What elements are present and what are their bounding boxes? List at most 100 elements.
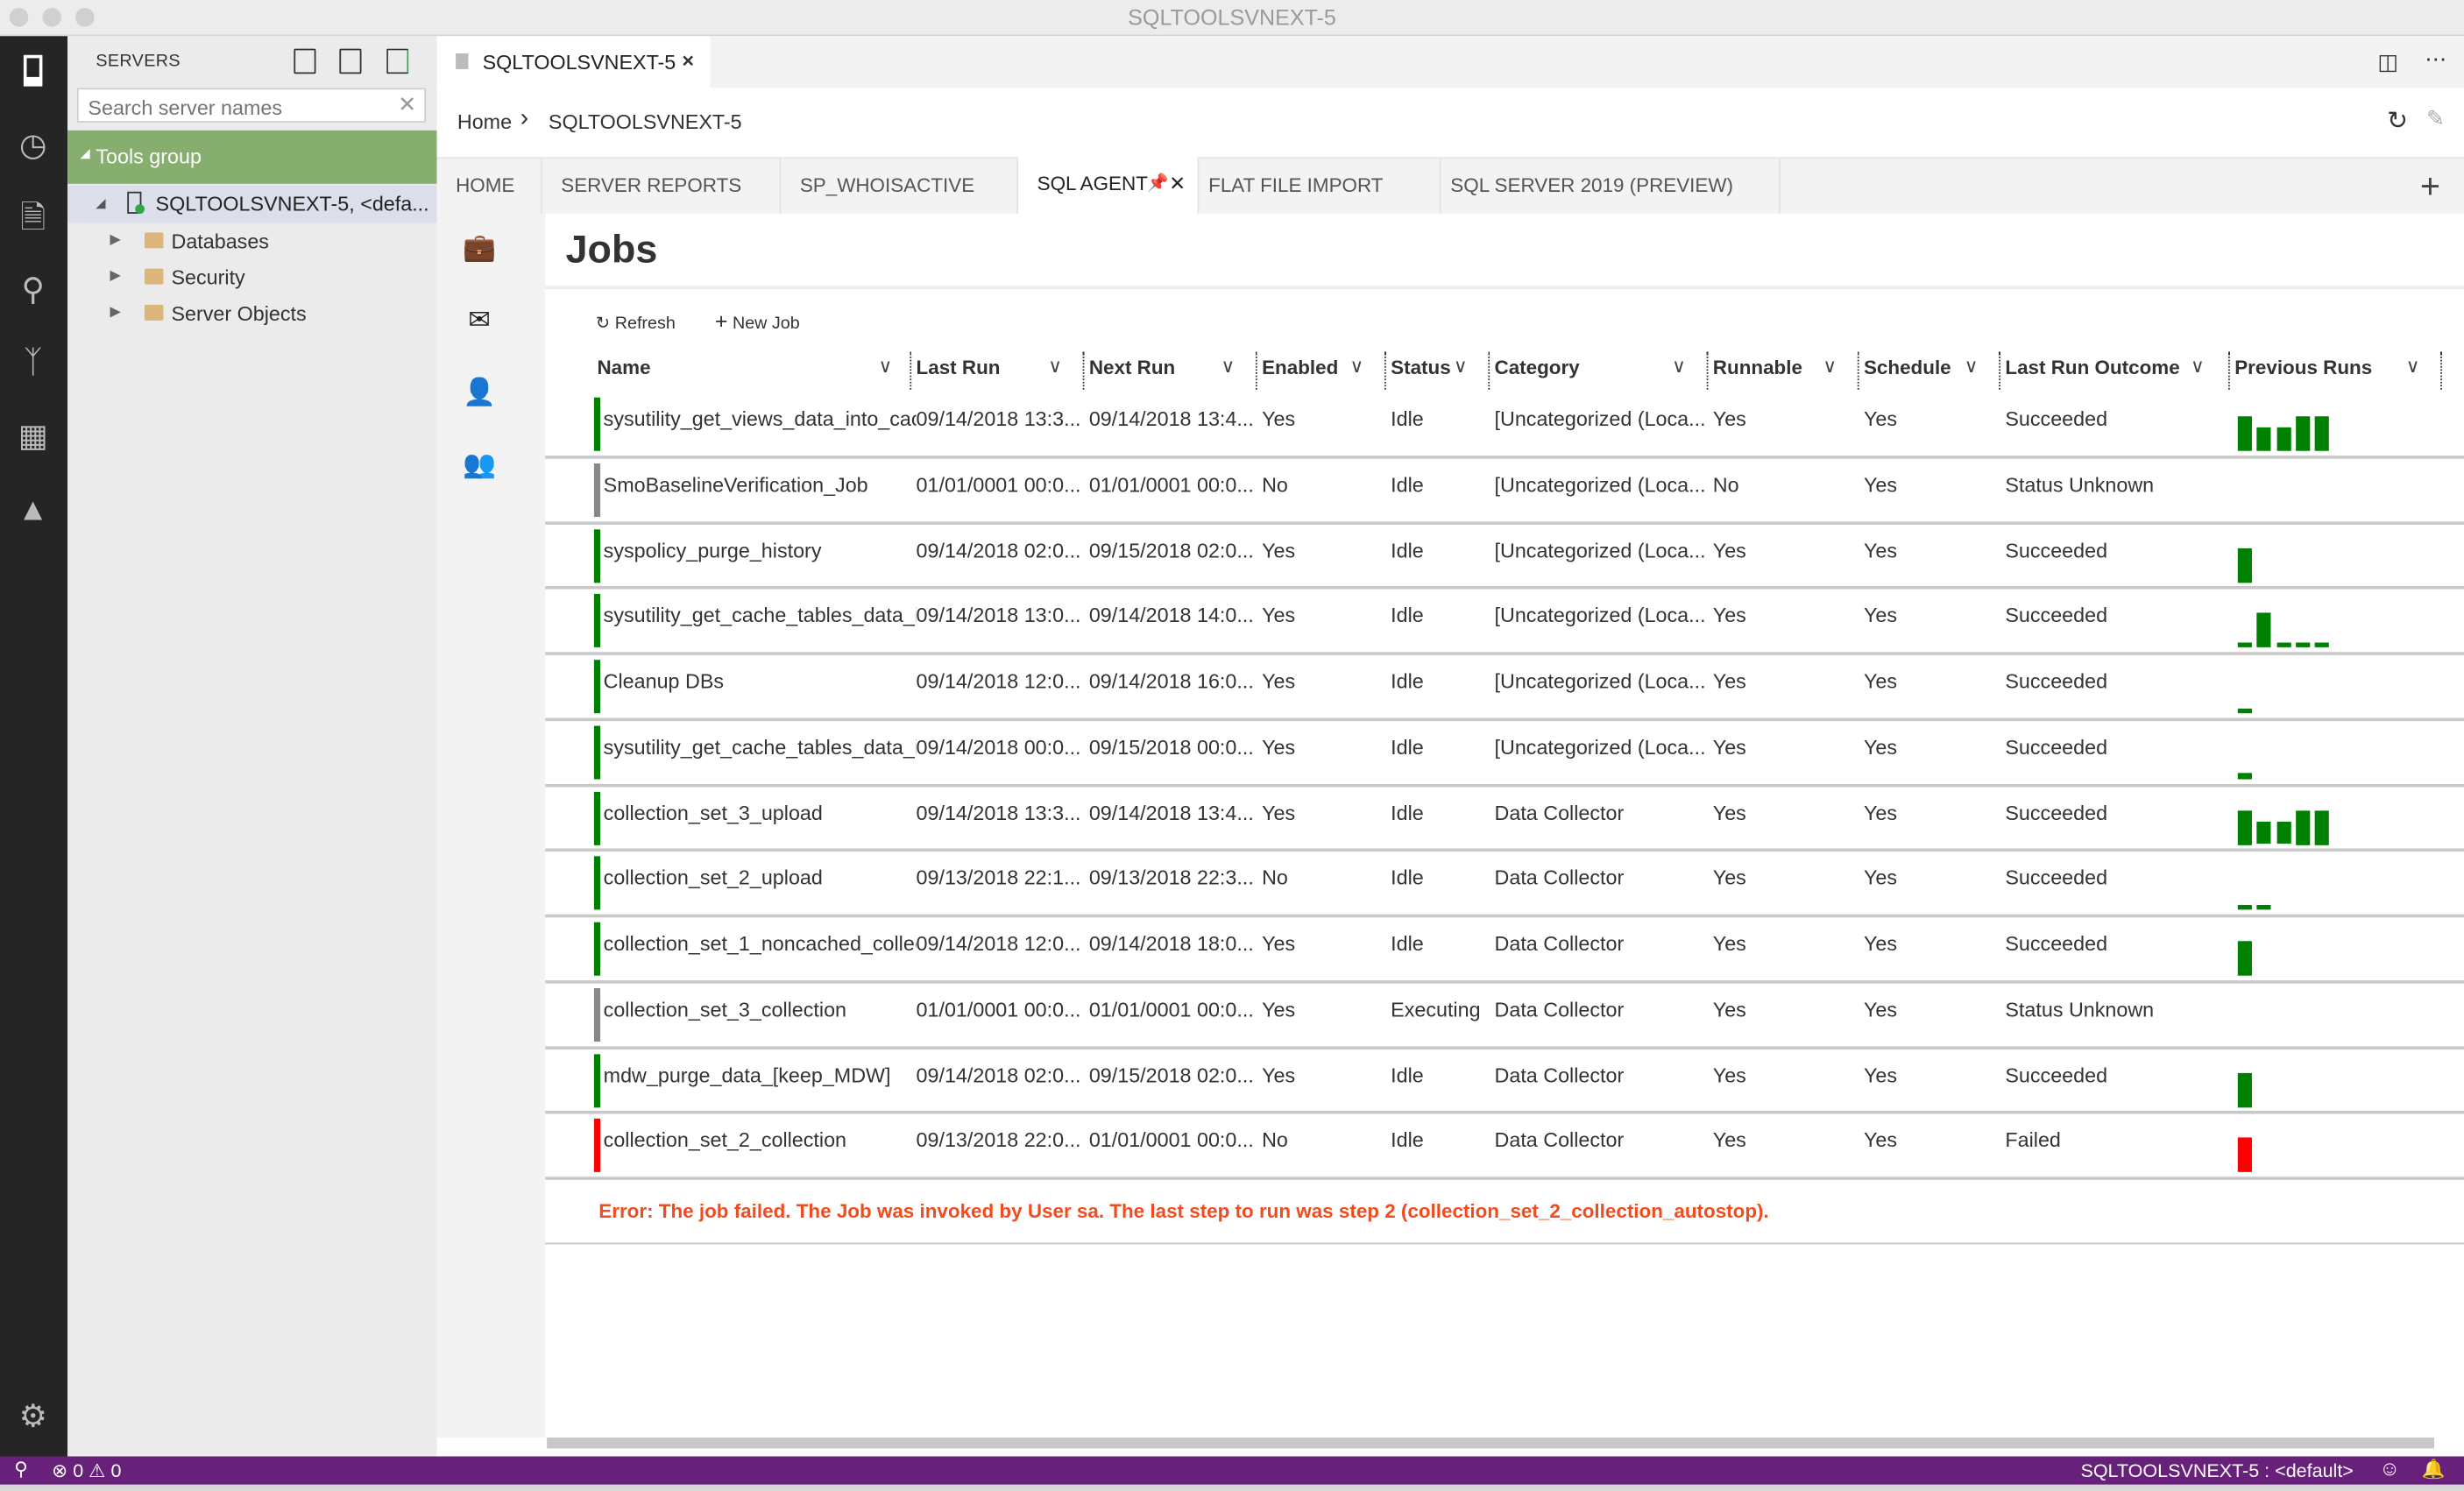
previous-run-bar[interactable]	[2237, 416, 2252, 451]
table-row[interactable]: syspolicy_purge_history 09/14/2018 02:0..…	[545, 524, 2464, 590]
tab-home[interactable]: HOME	[437, 159, 542, 214]
column-header-enabled[interactable]: Enabled ∨	[1262, 352, 1381, 390]
previous-run-bar[interactable]	[2276, 428, 2291, 451]
gear-icon[interactable]: ⚙	[12, 1396, 53, 1438]
previous-run-bar[interactable]	[2237, 1137, 2252, 1173]
history-icon[interactable]: ◷	[12, 125, 53, 166]
notifications-bell-icon[interactable]: 🔔	[2422, 1458, 2446, 1480]
chevron-down-icon[interactable]: ∨	[1965, 350, 1979, 382]
pin-icon[interactable]: 📌	[1147, 157, 1169, 212]
column-header-status[interactable]: Status ∨	[1391, 352, 1485, 390]
active-connections-icon[interactable]	[386, 48, 409, 74]
more-actions-icon[interactable]: ⋯	[2425, 46, 2446, 72]
previous-run-bar[interactable]	[2237, 809, 2252, 844]
column-header-next-run[interactable]: Next Run ∨	[1089, 352, 1253, 390]
previous-run-bar[interactable]	[2315, 642, 2330, 648]
column-divider[interactable]	[1999, 351, 2000, 390]
chevron-down-icon[interactable]: ∨	[1048, 350, 1062, 382]
azure-icon[interactable]: ▲	[12, 491, 53, 532]
previous-run-bar[interactable]	[2315, 809, 2330, 844]
jobs-briefcase-icon[interactable]: 💼	[462, 231, 496, 265]
search-icon[interactable]: ⚲	[12, 270, 53, 311]
servers-icon[interactable]	[12, 53, 53, 95]
edit-pencil-icon[interactable]: ✎	[2426, 105, 2445, 131]
table-row[interactable]: sysutility_get_cache_tables_data_ir 09/14…	[545, 590, 2464, 655]
split-editor-icon[interactable]: ◫	[2377, 49, 2398, 75]
chevron-down-icon[interactable]: ∨	[879, 350, 893, 382]
file-icon[interactable]: 🗎	[12, 198, 53, 239]
chevron-down-icon[interactable]: ∨	[2406, 350, 2420, 382]
table-row[interactable]: collection_set_3_upload 09/14/2018 13:3..…	[545, 787, 2464, 852]
previous-run-bar[interactable]	[2295, 809, 2311, 844]
proxies-icon[interactable]: 👥	[462, 448, 496, 482]
tree-item-server-objects[interactable]: ▶ Server Objects	[67, 299, 436, 333]
previous-run-bar[interactable]	[2276, 642, 2291, 648]
chevron-down-icon[interactable]: ∨	[1823, 350, 1837, 382]
extensions-icon[interactable]: ▦	[12, 416, 53, 457]
column-divider[interactable]	[1488, 351, 1490, 390]
chevron-down-icon[interactable]: ∨	[1350, 350, 1364, 382]
chevron-down-icon[interactable]: ∨	[1454, 350, 1468, 382]
tab-flat-file-import[interactable]: FLAT FILE IMPORT	[1199, 159, 1441, 214]
previous-run-bar[interactable]	[2295, 642, 2311, 648]
previous-run-bar[interactable]	[2256, 428, 2271, 451]
previous-run-bar[interactable]	[2315, 416, 2330, 451]
problems-indicator[interactable]: ⊗ 0 ⚠ 0	[52, 1459, 121, 1481]
close-tab-icon[interactable]: ×	[682, 49, 694, 73]
column-divider[interactable]	[2228, 351, 2230, 390]
table-row[interactable]: collection_set_1_noncached_collec 09/14/2…	[545, 917, 2464, 984]
previous-run-bar[interactable]	[2276, 821, 2291, 844]
tab-server-reports[interactable]: SERVER REPORTS	[542, 159, 782, 214]
table-row[interactable]: collection_set_2_upload 09/13/2018 22:1..…	[545, 851, 2464, 918]
chevron-down-icon[interactable]: ∨	[1672, 350, 1686, 382]
table-row[interactable]: mdw_purge_data_[keep_MDW] 09/14/2018 02:0…	[545, 1049, 2464, 1115]
operators-icon[interactable]: 👤	[462, 376, 496, 410]
source-control-icon[interactable]: ᛉ	[12, 343, 53, 384]
previous-run-bar[interactable]	[2237, 1071, 2252, 1107]
previous-run-bar[interactable]	[2256, 612, 2271, 648]
column-divider[interactable]	[1706, 351, 1709, 390]
breadcrumb-current[interactable]: SQLTOOLSVNEXT-5	[549, 110, 742, 134]
column-divider[interactable]	[1082, 351, 1085, 390]
connection-status-icon[interactable]: ⚲	[14, 1458, 28, 1480]
alerts-icon[interactable]: ✉	[462, 303, 496, 337]
column-divider[interactable]	[1255, 351, 1257, 390]
previous-run-bar[interactable]	[2295, 416, 2311, 451]
tree-item-security[interactable]: ▶ Security	[67, 262, 436, 296]
tab-sql-server-2019[interactable]: SQL SERVER 2019 (PREVIEW)	[1441, 159, 1781, 214]
column-header-category[interactable]: Category ∨	[1495, 352, 1704, 390]
horizontal-scrollbar[interactable]	[547, 1437, 2434, 1449]
tab-sql-agent[interactable]: SQL AGENT 📌 ✕	[1018, 157, 1200, 214]
new-connection-icon[interactable]	[294, 48, 316, 74]
refresh-icon[interactable]: ↻	[2387, 105, 2408, 137]
feedback-smiley-icon[interactable]: ☺	[2379, 1456, 2400, 1480]
connection-label[interactable]: SQLTOOLSVNEXT-5 : <default>	[2080, 1459, 2353, 1481]
previous-run-bar[interactable]	[2237, 708, 2252, 714]
previous-run-bar[interactable]	[2237, 941, 2252, 976]
search-server-input-box[interactable]: ✕	[76, 88, 427, 123]
editor-tab-server[interactable]: SQLTOOLSVNEXT-5 ×	[436, 36, 711, 88]
previous-run-bar[interactable]	[2256, 821, 2271, 844]
column-header-runnable[interactable]: Runnable ∨	[1713, 352, 1854, 390]
table-row[interactable]: Cleanup DBs 09/14/2018 12:0... 09/14/2018 …	[545, 655, 2464, 721]
new-server-group-icon[interactable]	[339, 48, 362, 74]
close-tab-icon[interactable]: ✕	[1169, 157, 1186, 212]
table-row[interactable]: collection_set_2_collection 09/13/2018 22…	[545, 1114, 2464, 1180]
tree-item-databases[interactable]: ▶ Databases	[67, 226, 436, 260]
column-divider[interactable]	[1384, 351, 1386, 390]
previous-run-bar[interactable]	[2237, 774, 2252, 780]
previous-run-bar[interactable]	[2237, 904, 2252, 910]
table-row[interactable]: collection_set_3_collection 01/01/0001 00…	[545, 983, 2464, 1049]
column-divider[interactable]	[910, 351, 912, 390]
server-node[interactable]: ◢ SQLTOOLSVNEXT-5, <defa...	[67, 185, 437, 223]
column-header-last-run-outcome[interactable]: Last Run Outcome ∨	[2005, 352, 2221, 390]
column-header-last-run[interactable]: Last Run ∨	[917, 352, 1080, 390]
previous-run-bar[interactable]	[2237, 642, 2252, 648]
column-header-schedule[interactable]: Schedule ∨	[1864, 352, 1996, 390]
previous-run-bar[interactable]	[2256, 904, 2271, 910]
chevron-down-icon[interactable]: ∨	[2191, 350, 2205, 382]
chevron-down-icon[interactable]: ∨	[1221, 350, 1235, 382]
column-divider[interactable]	[2440, 351, 2442, 390]
previous-run-bar[interactable]	[2237, 547, 2252, 583]
breadcrumb-home[interactable]: Home	[457, 110, 512, 134]
